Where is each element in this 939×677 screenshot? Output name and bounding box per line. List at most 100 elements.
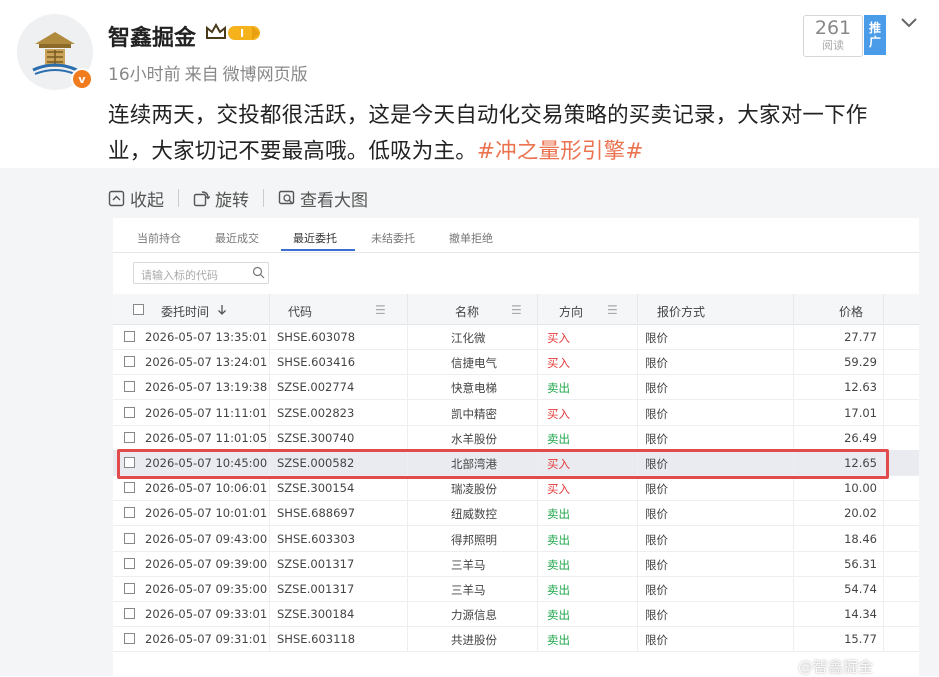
- col-divider: [883, 525, 884, 551]
- row-checkbox[interactable]: [124, 431, 135, 443]
- table-row[interactable]: 2026-05-07 09:43:00 SHSE.603303 得邦照明 卖出 限价 18…: [113, 525, 919, 552]
- col-divider: [883, 576, 884, 601]
- row-checkbox[interactable]: [124, 381, 135, 393]
- col-divider: [407, 601, 408, 627]
- row-checkbox[interactable]: [124, 532, 135, 544]
- col-divider: [883, 324, 884, 349]
- cell-name: 江化微: [451, 331, 486, 345]
- row-checkbox[interactable]: [124, 633, 135, 645]
- table-row[interactable]: 2026-05-07 11:11:01 SZSE.002823 凯中精密 买入 限价 17…: [113, 399, 919, 426]
- row-checkbox[interactable]: [124, 557, 135, 569]
- table-row[interactable]: 2026-05-07 10:06:01 SZSE.300154 瑞凌股份 买入 限价 10…: [113, 475, 919, 502]
- cell-price: 12.65: [844, 456, 877, 470]
- cell-direction: 买入: [547, 406, 570, 421]
- cell-price: 26.49: [844, 430, 877, 445]
- cell-direction: 卖出: [547, 583, 570, 597]
- tab-open-orders[interactable]: 未结委托: [371, 230, 415, 246]
- row-checkbox[interactable]: [124, 583, 135, 594]
- col-divider: [269, 450, 270, 475]
- cell-name: 水羊股份: [451, 431, 497, 446]
- row-checkbox[interactable]: [124, 356, 135, 368]
- col-direction[interactable]: 方向: [559, 303, 583, 320]
- row-checkbox[interactable]: [124, 608, 135, 620]
- table-header: 委托时间 代码 ☰ 名称 ☰ 方向 ☰ 报价方式 价格: [113, 294, 919, 325]
- cell-time: 2026-05-07 10:01:01: [145, 506, 268, 521]
- table-row[interactable]: 2026-05-07 11:01:05 SZSE.300740 水羊股份 卖出 限价 26…: [113, 424, 919, 451]
- username[interactable]: 智鑫掘金: [108, 20, 196, 52]
- tab-recent-trades[interactable]: 最近成交: [215, 230, 259, 246]
- hashtag-link[interactable]: #冲之量形引擎#: [477, 139, 644, 164]
- collapse-label: 收起: [130, 190, 164, 211]
- sort-down-icon[interactable]: [217, 304, 227, 315]
- col-divider: [637, 399, 638, 425]
- col-divider: [269, 349, 270, 375]
- col-divider: [793, 601, 794, 627]
- cell-price: 54.74: [844, 582, 877, 596]
- col-divider: [269, 500, 270, 526]
- cell-code: SZSE.002823: [277, 405, 355, 420]
- post-text: 连续两天，交投都很活跃，这是今天自动化交易策略的买卖记录，大家对一下作业，大家切…: [108, 98, 908, 170]
- col-divider: [407, 374, 408, 400]
- col-divider: [269, 601, 270, 627]
- table-row[interactable]: 2026-05-07 13:35:01 SHSE.603078 江化微 买入 限价 27.…: [113, 324, 919, 350]
- col-name[interactable]: 名称: [455, 303, 479, 320]
- col-time[interactable]: 委托时间: [161, 303, 209, 320]
- cell-price: 14.34: [844, 607, 877, 622]
- cell-price-type: 限价: [645, 431, 668, 446]
- col-divider: [793, 424, 794, 450]
- cell-time: 2026-05-07 13:24:01: [145, 355, 268, 370]
- cell-time: 2026-05-07 13:19:38: [145, 380, 268, 395]
- row-checkbox[interactable]: [124, 331, 135, 342]
- col-divider: [793, 450, 794, 475]
- row-checkbox[interactable]: [124, 406, 135, 418]
- col-divider: [269, 475, 270, 501]
- cell-price-type: 限价: [645, 583, 668, 597]
- cell-time: 2026-05-07 13:35:01: [145, 330, 268, 344]
- col-divider: [407, 576, 408, 601]
- table-row[interactable]: 2026-05-07 09:31:01 SHSE.603118 共进股份 卖出 限价 15…: [113, 626, 919, 653]
- crown-icon[interactable]: I: [204, 22, 262, 44]
- column-menu-icon[interactable]: ☰: [607, 303, 618, 317]
- post-image[interactable]: 当前持仓 最近成交 最近委托 未结委托 撤单拒绝 请输入标的代码 委托时间 代码…: [113, 218, 919, 676]
- source-prefix: 来自: [184, 65, 219, 85]
- row-checkbox[interactable]: [124, 457, 135, 468]
- table-row[interactable]: 2026-05-07 13:24:01 SHSE.603416 信捷电气 买入 限价 59…: [113, 349, 919, 376]
- row-checkbox[interactable]: [124, 507, 135, 519]
- chevron-down-icon[interactable]: [900, 16, 918, 30]
- col-divider: [793, 626, 794, 652]
- select-all-checkbox[interactable]: [133, 304, 144, 315]
- view-large-button[interactable]: 查看大图: [278, 186, 368, 211]
- rotate-label: 旋转: [215, 190, 249, 211]
- tab-recent-orders[interactable]: 最近委托: [293, 230, 337, 246]
- col-divider: [537, 294, 538, 324]
- avatar[interactable]: v: [17, 14, 93, 90]
- col-price-type[interactable]: 报价方式: [657, 303, 705, 320]
- column-menu-icon[interactable]: ☰: [375, 303, 386, 317]
- tab-positions[interactable]: 当前持仓: [137, 230, 181, 246]
- search-icon[interactable]: [252, 266, 265, 279]
- promote-button[interactable]: 推 广: [864, 15, 886, 55]
- col-divider: [883, 550, 884, 576]
- table-row[interactable]: 2026-05-07 10:01:01 SHSE.688697 纽威数控 卖出 限价 20…: [113, 500, 919, 527]
- rotate-button[interactable]: 旋转: [193, 186, 249, 211]
- column-menu-icon[interactable]: ☰: [511, 303, 522, 317]
- table-row[interactable]: 2026-05-07 09:35:00 SZSE.001317 三羊马 卖出 限价 54.…: [113, 576, 919, 602]
- table-row[interactable]: 2026-05-07 13:19:38 SZSE.002774 快意电梯 卖出 限价 12…: [113, 374, 919, 401]
- table-row[interactable]: 2026-05-07 10:45:00 SZSE.000582 北部湾港 买入 限价 12…: [113, 450, 919, 476]
- col-divider: [637, 576, 638, 601]
- row-checkbox[interactable]: [124, 482, 135, 494]
- collapse-button[interactable]: 收起: [108, 186, 164, 211]
- cell-name: 北部湾港: [451, 457, 497, 471]
- table-row[interactable]: 2026-05-07 09:39:00 SZSE.001317 三羊马 卖出 限价 56.…: [113, 550, 919, 577]
- col-code[interactable]: 代码: [288, 303, 312, 320]
- cell-price-type: 限价: [645, 356, 668, 371]
- col-price[interactable]: 价格: [839, 303, 863, 320]
- post-time[interactable]: 16小时前: [108, 65, 181, 85]
- cell-direction: 卖出: [547, 507, 570, 522]
- cell-name: 共进股份: [451, 633, 497, 648]
- table-row[interactable]: 2026-05-07 09:33:01 SZSE.300184 力源信息 卖出 限价 14…: [113, 601, 919, 628]
- tab-cancelled[interactable]: 撤单拒绝: [449, 230, 493, 246]
- col-divider: [637, 626, 638, 652]
- search-input[interactable]: 请输入标的代码: [133, 262, 269, 284]
- cell-direction: 买入: [547, 482, 570, 497]
